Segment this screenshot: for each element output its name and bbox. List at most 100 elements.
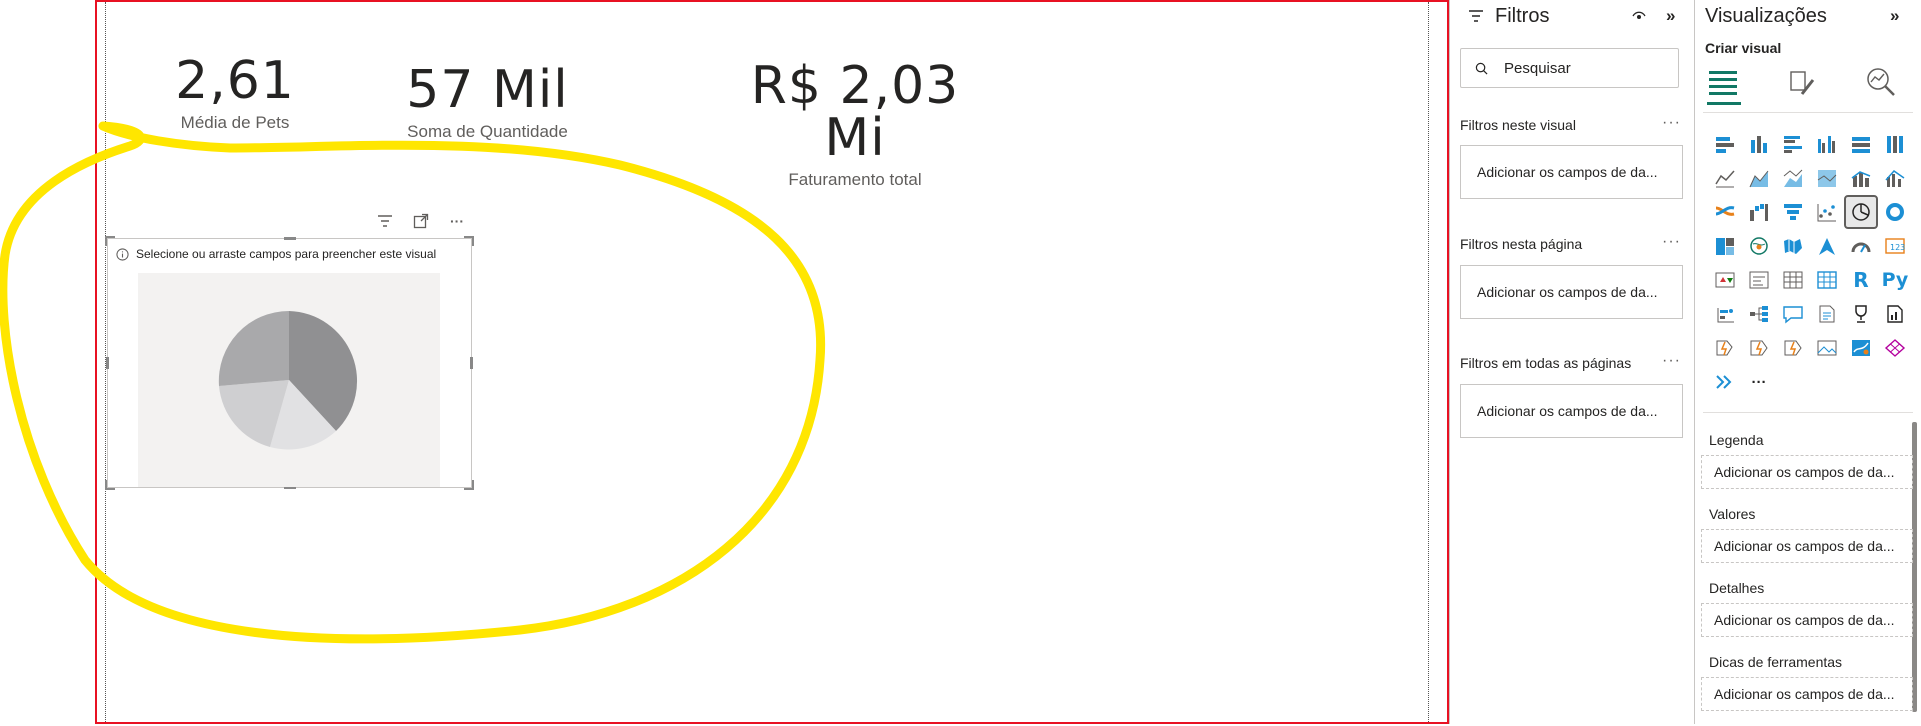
filter-icon	[1469, 10, 1483, 22]
filters-search-box[interactable]: Pesquisar	[1460, 48, 1679, 88]
python-visual-icon[interactable]: Py	[1878, 263, 1912, 297]
kpi-value: 2,61	[175, 51, 295, 111]
line-and-stacked-column-chart-icon[interactable]	[1844, 161, 1878, 195]
resize-handle[interactable]	[464, 236, 474, 246]
filter-drop-zone[interactable]: Adicionar os campos de da...	[1460, 145, 1683, 199]
more-options-icon[interactable]: ···	[1662, 352, 1681, 370]
resize-handle[interactable]	[105, 480, 115, 490]
resize-handle[interactable]	[464, 480, 474, 490]
filter-icon[interactable]	[376, 212, 394, 230]
format-visual-icon[interactable]	[1787, 68, 1817, 98]
donut-chart-icon[interactable]	[1878, 195, 1912, 229]
azure-map-icon[interactable]	[1810, 229, 1844, 263]
power-automate-icon[interactable]	[1742, 331, 1776, 365]
gauge-icon[interactable]	[1844, 229, 1878, 263]
100-stacked-bar-chart-icon[interactable]	[1844, 127, 1878, 161]
divider	[1703, 112, 1913, 113]
narrative-icon[interactable]	[1810, 297, 1844, 331]
key-influencers-icon[interactable]	[1708, 297, 1742, 331]
kpi-icon[interactable]	[1708, 263, 1742, 297]
visualizations-pane: Visualizações » Criar visual 123 R Py ··…	[1694, 0, 1921, 724]
filled-map-icon[interactable]	[1776, 229, 1810, 263]
resize-handle[interactable]	[106, 357, 109, 369]
well-title-valores: Valores	[1709, 506, 1756, 522]
search-input[interactable]: Pesquisar	[1504, 60, 1571, 77]
clustered-column-chart-icon[interactable]	[1810, 127, 1844, 161]
clustered-bar-chart-icon[interactable]	[1776, 127, 1810, 161]
info-icon	[116, 247, 129, 261]
stacked-area-chart-icon[interactable]	[1776, 161, 1810, 195]
pie-placeholder-icon	[218, 310, 358, 450]
pie-placeholder-area	[138, 273, 440, 487]
power-apps-icon[interactable]	[1708, 331, 1742, 365]
collapse-filters-icon[interactable]: »	[1666, 6, 1675, 26]
filter-drop-zone[interactable]: Adicionar os campos de da...	[1460, 384, 1683, 438]
svg-text:123: 123	[1890, 243, 1905, 252]
kpi-card-faturamento[interactable]: R$ 2,03 Mi Faturamento total	[715, 60, 995, 190]
kpi-card-soma-quantidade[interactable]: 57 Mil Soma de Quantidade	[395, 64, 580, 142]
waterfall-chart-icon[interactable]	[1742, 195, 1776, 229]
chevron-right-double-icon[interactable]: »	[1890, 6, 1899, 26]
table-icon[interactable]	[1776, 263, 1810, 297]
filters-section-title: Filtros nesta página	[1460, 236, 1583, 252]
resize-handle[interactable]	[284, 237, 296, 240]
r-visual-icon[interactable]: R	[1844, 263, 1878, 297]
focus-mode-icon[interactable]	[412, 212, 430, 230]
more-options-icon[interactable]: ···	[1662, 114, 1681, 132]
r-visual-label: R	[1853, 268, 1869, 292]
well-drop-legenda[interactable]: Adicionar os campos de da...	[1701, 455, 1913, 489]
filters-title: Filtros	[1495, 5, 1550, 27]
well-drop-valores[interactable]: Adicionar os campos de da...	[1701, 529, 1913, 563]
funnel-icon[interactable]	[1776, 195, 1810, 229]
more-options-icon[interactable]: ···	[448, 212, 466, 230]
scatter-chart-icon[interactable]	[1810, 195, 1844, 229]
kpi-label: Média de Pets	[180, 113, 290, 132]
card-icon[interactable]: 123	[1878, 229, 1912, 263]
filters-pane: Filtros » Pesquisar Filtros neste visual…	[1449, 0, 1694, 724]
decomposition-tree-icon[interactable]	[1742, 297, 1776, 331]
image-icon[interactable]	[1810, 331, 1844, 365]
power-apps-diamond-icon[interactable]	[1878, 331, 1912, 365]
paginated-report-icon[interactable]	[1878, 297, 1912, 331]
well-title-legenda: Legenda	[1709, 432, 1764, 448]
map-icon[interactable]	[1742, 229, 1776, 263]
smart-narrative-icon[interactable]	[1776, 331, 1810, 365]
pie-chart-icon[interactable]	[1844, 195, 1878, 229]
arcgis-map-icon[interactable]	[1844, 331, 1878, 365]
eye-icon[interactable]	[1632, 10, 1646, 22]
more-visuals-icon[interactable]: ···	[1742, 365, 1776, 399]
line-chart-icon[interactable]	[1708, 161, 1742, 195]
resize-handle[interactable]	[470, 357, 473, 369]
100-stacked-column-chart-icon[interactable]	[1878, 127, 1912, 161]
kpi-card-media-pets[interactable]: 2,61 Média de Pets	[165, 55, 305, 133]
build-visual-icon	[1709, 71, 1737, 95]
slicer-icon[interactable]	[1742, 263, 1776, 297]
filters-section-title: Filtros em todas as páginas	[1460, 355, 1632, 371]
more-options-icon[interactable]: ···	[1662, 233, 1681, 251]
canvas-margin-line-right	[1428, 2, 1429, 722]
100-stacked-area-chart-icon[interactable]	[1810, 161, 1844, 195]
power-automate-flow-icon[interactable]	[1708, 365, 1742, 399]
stacked-column-chart-icon[interactable]	[1742, 127, 1776, 161]
resize-handle[interactable]	[105, 236, 115, 246]
well-drop-dicas[interactable]: Adicionar os campos de da...	[1701, 677, 1913, 711]
metrics-icon[interactable]	[1844, 297, 1878, 331]
stacked-bar-chart-icon[interactable]	[1708, 127, 1742, 161]
analytics-icon[interactable]	[1865, 66, 1897, 98]
pie-chart-visual[interactable]: Selecione ou arraste campos para preench…	[105, 236, 474, 490]
visualizations-title: Visualizações	[1705, 5, 1827, 27]
treemap-icon[interactable]	[1708, 229, 1742, 263]
visual-type-grid: 123 R Py ···	[1708, 127, 1912, 399]
qa-icon[interactable]	[1776, 297, 1810, 331]
ribbon-chart-icon[interactable]	[1708, 195, 1742, 229]
search-icon	[1475, 62, 1488, 74]
kpi-label: Soma de Quantidade	[407, 122, 568, 141]
well-drop-detalhes[interactable]: Adicionar os campos de da...	[1701, 603, 1913, 637]
area-chart-icon[interactable]	[1742, 161, 1776, 195]
line-and-clustered-column-chart-icon[interactable]	[1878, 161, 1912, 195]
filter-drop-zone[interactable]: Adicionar os campos de da...	[1460, 265, 1683, 319]
python-visual-label: Py	[1881, 269, 1909, 291]
empty-visual-text: Selecione ou arraste campos para preench…	[136, 247, 437, 261]
matrix-icon[interactable]	[1810, 263, 1844, 297]
build-visual-tab[interactable]	[1707, 68, 1741, 105]
